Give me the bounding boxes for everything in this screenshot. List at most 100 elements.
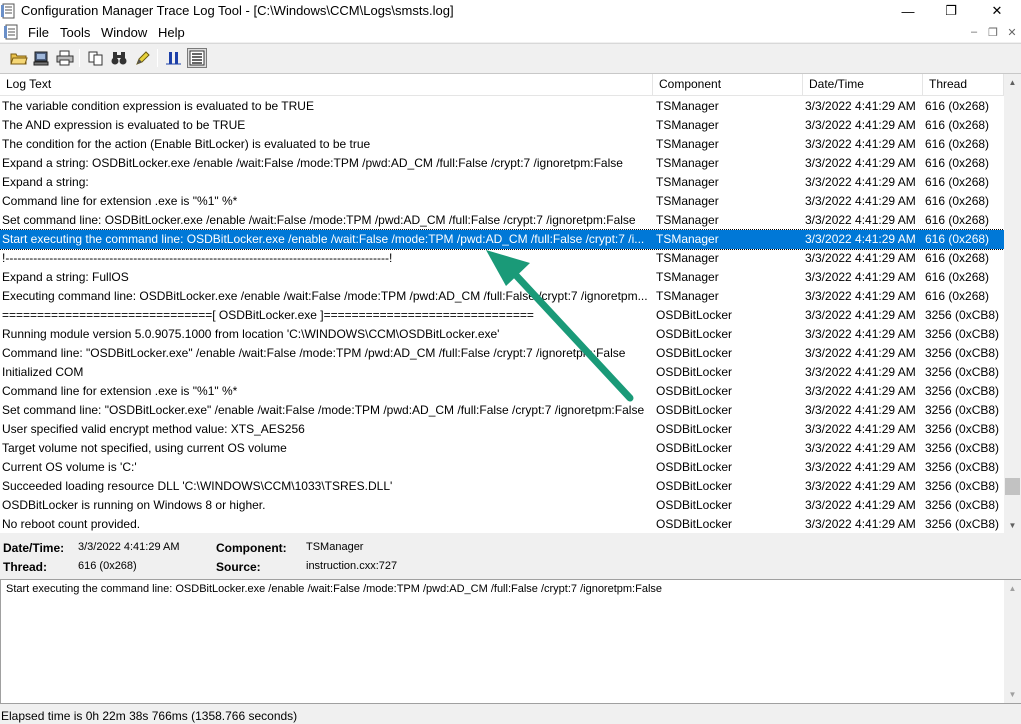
table-row[interactable]: Running module version 5.0.9075.1000 fro… xyxy=(0,325,1004,344)
column-header-log-text[interactable]: Log Text xyxy=(0,74,653,96)
cell-date-time: 3/3/2022 4:41:29 AM xyxy=(805,441,916,455)
cell-thread: 3256 (0xCB8) xyxy=(925,365,1000,379)
thread-label: Thread: xyxy=(3,560,48,574)
cell-thread: 616 (0x268) xyxy=(925,156,990,170)
cell-date-time: 3/3/2022 4:41:29 AM xyxy=(805,289,916,303)
cell-log-text: Command line for extension .exe is "%1" … xyxy=(2,384,238,398)
cell-date-time: 3/3/2022 4:41:29 AM xyxy=(805,99,916,113)
message-text: Start executing the command line: OSDBit… xyxy=(6,583,663,595)
scroll-up-icon[interactable]: ▲ xyxy=(1004,74,1021,91)
mdi-close-icon[interactable]: ✕ xyxy=(1005,25,1019,39)
pause-icon[interactable] xyxy=(164,48,184,68)
date-time-label: Date/Time: xyxy=(3,541,65,555)
table-row[interactable]: Expand a string: OSDBitLocker.exe /enabl… xyxy=(0,154,1004,173)
cell-log-text: Command line for extension .exe is "%1" … xyxy=(2,194,238,208)
table-row[interactable]: Current OS volume is 'C:' OSDBitLocker 3/3… xyxy=(0,458,1004,477)
menu-window[interactable]: Window xyxy=(101,25,147,40)
table-row[interactable]: Command line for extension .exe is "%1" … xyxy=(0,382,1004,401)
table-row[interactable]: Target volume not specified, using curre… xyxy=(0,439,1004,458)
cell-date-time: 3/3/2022 4:41:29 AM xyxy=(805,384,916,398)
cell-component: OSDBitLocker xyxy=(656,365,733,379)
column-header-date-time[interactable]: Date/Time xyxy=(803,74,923,96)
log-list[interactable]: Log Text Component Date/Time Thread The … xyxy=(0,73,1021,534)
table-row[interactable]: Set command line: "OSDBitLocker.exe" /en… xyxy=(0,401,1004,420)
mdi-minimize-icon[interactable]: – xyxy=(967,25,981,39)
column-header-component[interactable]: Component xyxy=(653,74,803,96)
document-icon[interactable] xyxy=(4,24,20,40)
message-scrollbar[interactable]: ▲ ▼ xyxy=(1004,580,1021,703)
table-row[interactable]: The AND expression is evaluated to be TR… xyxy=(0,116,1004,135)
find-binoculars-icon[interactable] xyxy=(109,48,129,68)
table-row[interactable]: Start executing the command line: OSDBit… xyxy=(0,229,1004,250)
table-row[interactable]: !---------------------------------------… xyxy=(0,249,1004,268)
table-row[interactable]: The condition for the action (Enable Bit… xyxy=(0,135,1004,154)
table-row[interactable]: Command line: "OSDBitLocker.exe" /enable… xyxy=(0,344,1004,363)
cell-log-text: ==============================[ OSDBitLo… xyxy=(2,308,534,322)
list-scrollbar[interactable]: ▲ ▼ xyxy=(1004,74,1021,534)
copy-icon[interactable] xyxy=(86,48,106,68)
cell-log-text: OSDBitLocker is running on Windows 8 or … xyxy=(2,498,266,512)
minimize-button[interactable]: — xyxy=(885,0,931,22)
cell-log-text: Start executing the command line: OSDBit… xyxy=(2,232,645,246)
cell-log-text: Set command line: OSDBitLocker.exe /enab… xyxy=(2,213,636,227)
scroll-down-icon[interactable]: ▼ xyxy=(1004,517,1021,534)
cell-component: OSDBitLocker xyxy=(656,479,733,493)
source-label: Source: xyxy=(216,560,261,574)
source-value: instruction.cxx:727 xyxy=(306,560,398,572)
table-row[interactable]: Expand a string: TSManager 3/3/2022 4:41:2… xyxy=(0,173,1004,192)
cell-thread: 3256 (0xCB8) xyxy=(925,346,1000,360)
cell-component: TSManager xyxy=(656,213,719,227)
maximize-button[interactable]: ❐ xyxy=(928,0,974,22)
cell-component: TSManager xyxy=(656,156,719,170)
cell-date-time: 3/3/2022 4:41:29 AM xyxy=(805,460,916,474)
scroll-up-icon[interactable]: ▲ xyxy=(1004,580,1021,597)
cell-log-text: Executing command line: OSDBitLocker.exe… xyxy=(2,289,648,303)
title-bar: Configuration Manager Trace Log Tool - [… xyxy=(0,0,1021,22)
cell-log-text: The condition for the action (Enable Bit… xyxy=(2,137,371,151)
cell-thread: 616 (0x268) xyxy=(925,270,990,284)
scroll-down-icon[interactable]: ▼ xyxy=(1004,686,1021,703)
component-value: TSManager xyxy=(306,541,364,553)
table-row[interactable]: Command line for extension .exe is "%1" … xyxy=(0,192,1004,211)
table-row[interactable]: Expand a string: FullOS TSManager 3/3/2022… xyxy=(0,268,1004,287)
cell-date-time: 3/3/2022 4:41:29 AM xyxy=(805,251,916,265)
cell-thread: 616 (0x268) xyxy=(925,213,990,227)
cell-log-text: Target volume not specified, using curre… xyxy=(2,441,287,455)
component-label: Component: xyxy=(216,541,287,555)
cell-log-text: Expand a string: OSDBitLocker.exe /enabl… xyxy=(2,156,623,170)
table-row[interactable]: Executing command line: OSDBitLocker.exe… xyxy=(0,287,1004,306)
cell-log-text: User specified valid encrypt method valu… xyxy=(2,422,305,436)
details-pane: Date/Time: 3/3/2022 4:41:29 AM Component… xyxy=(0,536,1021,578)
scroll-thumb[interactable] xyxy=(1005,478,1020,495)
table-row[interactable]: No reboot count provided. OSDBitLocker 3/3… xyxy=(0,515,1004,534)
window-title: Configuration Manager Trace Log Tool - [… xyxy=(21,3,454,18)
table-row[interactable]: ==============================[ OSDBitLo… xyxy=(0,306,1004,325)
message-textbox[interactable]: Start executing the command line: OSDBit… xyxy=(0,579,1021,704)
cell-component: TSManager xyxy=(656,118,719,132)
highlight-pencil-icon[interactable] xyxy=(133,48,153,68)
table-row[interactable]: OSDBitLocker is running on Windows 8 or … xyxy=(0,496,1004,515)
table-row[interactable]: Succeeded loading resource DLL 'C:\WINDO… xyxy=(0,477,1004,496)
mdi-restore-icon[interactable]: ❐ xyxy=(986,25,1000,39)
cell-thread: 3256 (0xCB8) xyxy=(925,308,1000,322)
print-server-icon[interactable] xyxy=(32,48,52,68)
cell-thread: 3256 (0xCB8) xyxy=(925,517,1000,531)
table-row[interactable]: Set command line: OSDBitLocker.exe /enab… xyxy=(0,211,1004,230)
cell-date-time: 3/3/2022 4:41:29 AM xyxy=(805,308,916,322)
toolbar-separator xyxy=(79,49,80,67)
close-button[interactable]: ✕ xyxy=(974,0,1020,22)
menu-help[interactable]: Help xyxy=(158,25,185,40)
split-view-icon[interactable] xyxy=(187,48,207,68)
cell-date-time: 3/3/2022 4:41:29 AM xyxy=(805,346,916,360)
table-row[interactable]: User specified valid encrypt method valu… xyxy=(0,420,1004,439)
app-log-icon xyxy=(1,3,15,19)
table-row[interactable]: The variable condition expression is eva… xyxy=(0,97,1004,116)
menu-file[interactable]: File xyxy=(28,25,49,40)
menu-tools[interactable]: Tools xyxy=(60,25,90,40)
print-icon[interactable] xyxy=(55,48,75,68)
open-folder-icon[interactable] xyxy=(9,48,29,68)
column-header-thread[interactable]: Thread xyxy=(923,74,1004,96)
cell-date-time: 3/3/2022 4:41:29 AM xyxy=(805,365,916,379)
table-row[interactable]: Initialized COM OSDBitLocker 3/3/2022 4:41… xyxy=(0,363,1004,382)
cell-date-time: 3/3/2022 4:41:29 AM xyxy=(805,118,916,132)
